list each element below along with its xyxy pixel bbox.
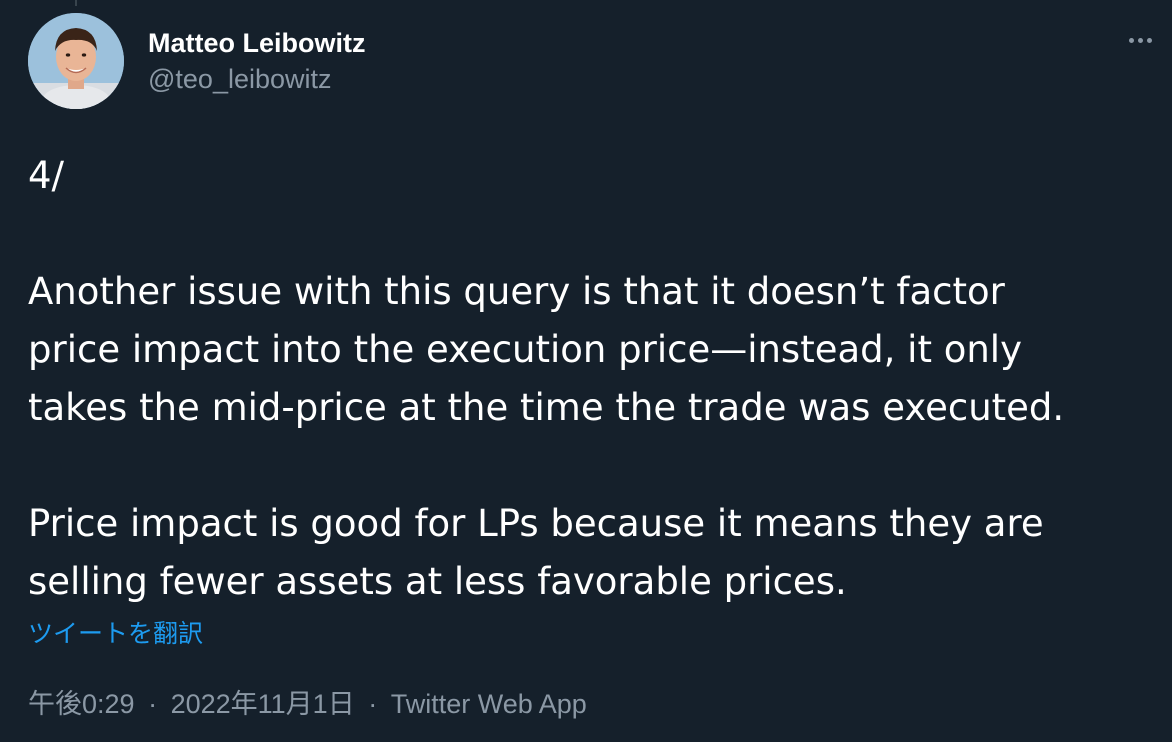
tweet-date[interactable]: 2022年11月1日 xyxy=(171,689,355,719)
tweet: Matteo Leibowitz @teo_leibowitz 4/ Anoth… xyxy=(0,0,1172,742)
tweet-paragraph-3: Price impact is good for LPs because it … xyxy=(28,502,1044,603)
author-handle[interactable]: @teo_leibowitz xyxy=(148,62,366,96)
meta-separator: · xyxy=(368,689,378,719)
meta-separator: · xyxy=(148,689,158,719)
thread-connector-line xyxy=(75,0,77,6)
tweet-meta: 午後0:29 · 2022年11月1日 · Twitter Web App xyxy=(28,686,587,722)
user-info: Matteo Leibowitz @teo_leibowitz xyxy=(148,13,366,109)
avatar[interactable] xyxy=(28,13,124,109)
translate-tweet-link[interactable]: ツイートを翻訳 xyxy=(28,617,203,651)
more-horizontal-icon-dot xyxy=(1137,37,1143,43)
tweet-paragraph-2: Another issue with this query is that it… xyxy=(28,270,1065,429)
tweet-header: Matteo Leibowitz @teo_leibowitz xyxy=(28,13,366,109)
tweet-text: 4/ Another issue with this query is that… xyxy=(28,147,1158,611)
tweet-time[interactable]: 午後0:29 xyxy=(28,689,135,719)
author-display-name[interactable]: Matteo Leibowitz xyxy=(148,26,366,60)
more-horizontal-icon-dot xyxy=(1146,37,1152,43)
more-options-button[interactable] xyxy=(1124,24,1156,56)
more-horizontal-icon xyxy=(1128,37,1134,43)
tweet-source[interactable]: Twitter Web App xyxy=(391,689,587,719)
tweet-paragraph-1: 4/ xyxy=(28,154,65,197)
avatar-image xyxy=(28,13,124,109)
